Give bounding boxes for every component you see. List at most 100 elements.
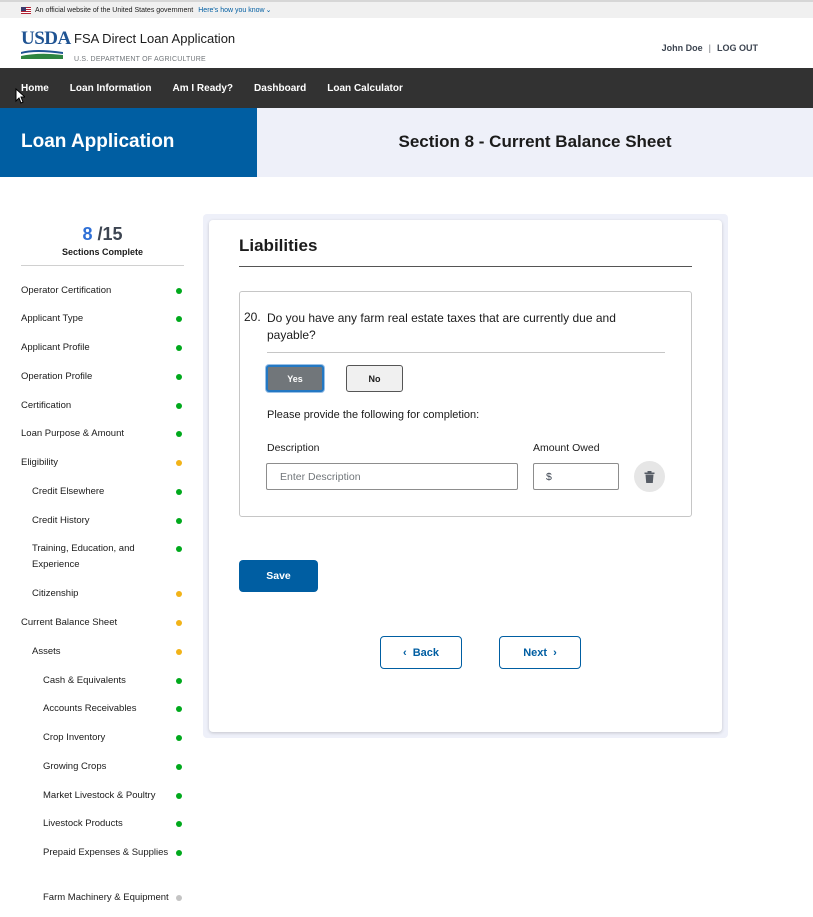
nav-item-dashboard[interactable]: Dashboard xyxy=(254,83,306,94)
back-label: Back xyxy=(412,646,439,659)
sidebar-item[interactable]: Applicant Type xyxy=(21,311,186,327)
user-name[interactable]: John Doe xyxy=(662,43,703,53)
title-band: Loan Application Section 8 - Current Bal… xyxy=(0,108,813,177)
amount-owed-input[interactable] xyxy=(533,463,619,490)
sidebar-item[interactable]: Credit Elsewhere xyxy=(21,484,186,500)
app-title: FSA Direct Loan Application xyxy=(74,31,236,46)
status-dot-icon xyxy=(176,374,182,380)
sidebar-item-label: Citizenship xyxy=(32,588,79,599)
user-area: John Doe | LOG OUT xyxy=(662,43,758,53)
status-dot-icon xyxy=(176,895,182,901)
sidebar-item-label: Current Balance Sheet xyxy=(21,617,118,628)
progress-completed: 8 xyxy=(82,224,93,244)
status-dot-icon xyxy=(176,288,182,294)
sidebar-item[interactable]: Farm Machinery & Equipment xyxy=(21,890,186,906)
status-dot-icon xyxy=(176,591,182,597)
save-button[interactable]: Save xyxy=(239,560,318,592)
next-button[interactable]: Next › xyxy=(499,636,581,669)
sidebar-item[interactable]: Crop Inventory xyxy=(21,730,186,746)
status-dot-icon xyxy=(176,706,182,712)
sidebar-item-label: Market Livestock & Poultry xyxy=(43,790,156,801)
sidebar-item[interactable]: Current Balance Sheet xyxy=(21,615,186,631)
status-dot-icon xyxy=(176,546,182,552)
sidebar-item-label: Applicant Profile xyxy=(21,342,90,353)
sidebar-item[interactable]: Market Livestock & Poultry xyxy=(21,788,186,804)
sidebar-item-label: Farm Machinery & Equipment xyxy=(43,892,169,903)
usda-logo-text: USDA xyxy=(21,28,71,49)
description-label: Description xyxy=(267,442,320,454)
sidebar-item-label: Credit Elsewhere xyxy=(32,486,105,497)
nav-item-loan-information[interactable]: Loan Information xyxy=(70,83,152,94)
sidebar-item[interactable]: Operator Certification xyxy=(21,283,186,299)
sidebar-item[interactable]: Citizenship xyxy=(21,586,186,602)
yes-button[interactable]: Yes xyxy=(266,365,324,392)
sidebar-item[interactable]: Accounts Receivables xyxy=(21,701,186,717)
progress-count: 8 /15 xyxy=(21,224,184,245)
status-dot-icon xyxy=(176,821,182,827)
sidebar-item[interactable]: Growing Crops xyxy=(21,759,186,775)
progress-total: /15 xyxy=(97,224,123,244)
sidebar-item[interactable]: Livestock Products xyxy=(21,816,186,832)
sidebar-item-label: Assets xyxy=(32,646,61,657)
sidebar-item[interactable]: Training, Education, and Experience xyxy=(21,541,186,573)
gov-banner: An official website of the United States… xyxy=(0,0,813,18)
sidebar-item[interactable]: Loan Purpose & Amount xyxy=(21,426,186,442)
sidebar-item[interactable]: Applicant Profile xyxy=(21,340,186,356)
question-text: Do you have any farm real estate taxes t… xyxy=(267,311,616,342)
sidebar-item[interactable]: Cash & Equivalents xyxy=(21,673,186,689)
sidebar-item[interactable]: Operation Profile xyxy=(21,369,186,385)
status-dot-icon xyxy=(176,345,182,351)
sidebar-item-label: Certification xyxy=(21,400,72,411)
nav-item-home[interactable]: Home xyxy=(21,83,49,94)
usda-logo[interactable]: USDA xyxy=(21,29,71,62)
form-section-title: Liabilities xyxy=(239,236,318,255)
status-dot-icon xyxy=(176,735,182,741)
sidebar-item[interactable]: Assets xyxy=(21,644,186,660)
back-button[interactable]: ‹ Back xyxy=(380,636,462,669)
title-divider xyxy=(239,266,692,267)
description-input[interactable] xyxy=(266,463,518,490)
status-dot-icon xyxy=(176,850,182,856)
next-label: Next xyxy=(523,646,548,659)
sidebar-item-label: Eligibility xyxy=(21,457,58,468)
no-button[interactable]: No xyxy=(346,365,403,392)
sidebar-item-label: Credit History xyxy=(32,515,90,526)
us-flag-icon xyxy=(21,6,31,14)
provide-instructions: Please provide the following for complet… xyxy=(267,409,480,421)
status-dot-icon xyxy=(176,649,182,655)
trash-icon xyxy=(644,470,655,483)
sidebar-item-label: Cash & Equivalents xyxy=(43,675,126,686)
sidebar-item[interactable]: Credit History xyxy=(21,513,186,529)
logout-link[interactable]: LOG OUT xyxy=(717,43,758,53)
gov-banner-link[interactable]: Here's how you know xyxy=(198,7,264,14)
usda-hills-icon xyxy=(21,50,63,59)
status-dot-icon xyxy=(176,316,182,322)
progress-summary: 8 /15 Sections Complete xyxy=(21,224,184,266)
sidebar-item-label: Operation Profile xyxy=(21,371,93,382)
status-dot-icon xyxy=(176,764,182,770)
main-nav: Home Loan Information Am I Ready? Dashbo… xyxy=(0,68,813,108)
sidebar-item-label: Loan Purpose & Amount xyxy=(21,428,124,439)
sidebar-item-label: Training, Education, and Experience xyxy=(32,543,135,570)
section-title: Section 8 - Current Balance Sheet xyxy=(257,108,813,177)
nav-item-loan-calculator[interactable]: Loan Calculator xyxy=(327,83,403,94)
status-dot-icon xyxy=(176,460,182,466)
sidebar-item-label: Operator Certification xyxy=(21,285,112,296)
user-separator: | xyxy=(708,43,711,53)
sidebar-item-label: Crop Inventory xyxy=(43,732,106,743)
sidebar-item-label: Accounts Receivables xyxy=(43,703,137,714)
chevron-down-icon[interactable]: ⌄ xyxy=(266,6,272,14)
status-dot-icon xyxy=(176,403,182,409)
sidebar-item-label: Applicant Type xyxy=(21,313,84,324)
sidebar-item[interactable]: Certification xyxy=(21,398,186,414)
page-title: Loan Application xyxy=(0,108,257,177)
status-dot-icon xyxy=(176,431,182,437)
sidebar-item-label: Growing Crops xyxy=(43,761,107,772)
site-header: USDA FSA Direct Loan Application U.S. DE… xyxy=(0,18,813,68)
sidebar-item[interactable]: Eligibility xyxy=(21,455,186,471)
status-dot-icon xyxy=(176,620,182,626)
delete-row-button[interactable] xyxy=(634,461,665,492)
mouse-cursor-icon xyxy=(15,88,25,104)
sidebar-item[interactable]: Prepaid Expenses & Supplies xyxy=(21,845,186,861)
nav-item-am-i-ready[interactable]: Am I Ready? xyxy=(172,83,233,94)
